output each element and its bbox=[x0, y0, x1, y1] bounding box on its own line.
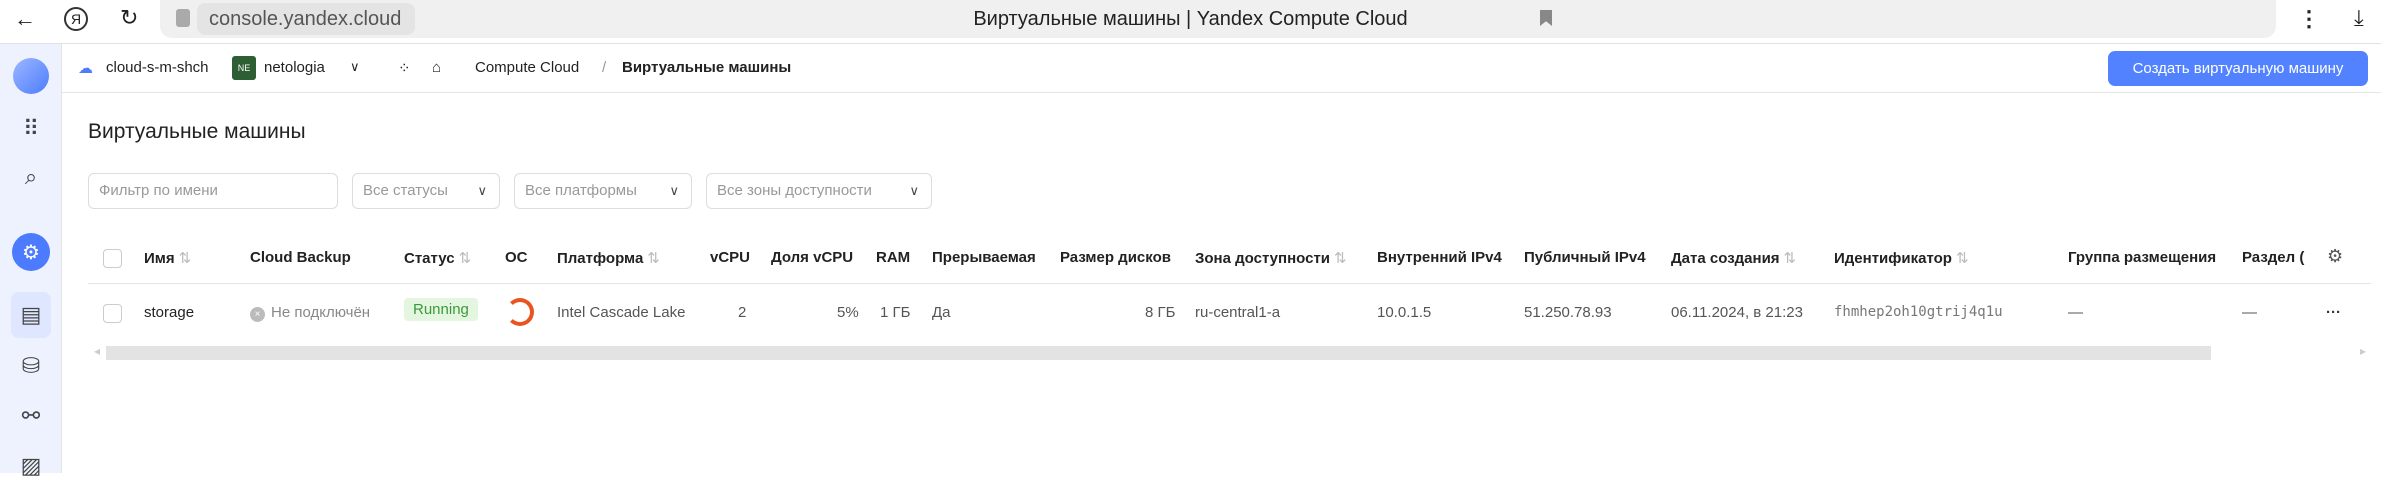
disk-size: 8 ГБ bbox=[1145, 304, 1176, 321]
scroll-left-icon[interactable]: ◂ bbox=[94, 344, 100, 358]
folder-badge: NE bbox=[232, 56, 256, 80]
column-header-ram: RAM bbox=[876, 249, 911, 266]
breadcrumb-service[interactable]: Compute Cloud bbox=[475, 59, 579, 76]
folder-name[interactable]: netologia bbox=[264, 59, 325, 76]
internal-ip: 10.0.1.5 bbox=[1377, 304, 1432, 321]
column-header-disk: Размер дисков bbox=[1060, 249, 1171, 266]
sort-icon: ⇅ bbox=[178, 250, 192, 267]
sort-icon: ⇅ bbox=[458, 250, 472, 267]
chevron-down-icon: ∨ bbox=[477, 183, 487, 198]
column-header-vcpu: vCPU bbox=[710, 249, 751, 266]
ram: 1 ГБ bbox=[880, 304, 911, 321]
scroll-right-icon[interactable]: ▸ bbox=[2360, 344, 2366, 358]
column-header-partition: Раздел ( bbox=[2242, 249, 2305, 266]
sort-icon: ⇅ bbox=[647, 250, 660, 267]
platform-filter-select[interactable]: Все платформы ∨ bbox=[514, 173, 692, 209]
column-header-placement-group: Группа размещения bbox=[2068, 249, 2217, 266]
home-icon[interactable]: ⌂ bbox=[432, 59, 441, 76]
sidebar: ⠿ ⌕ ⚙ ▤ ⛁ ⚯ ▨ bbox=[0, 44, 62, 478]
chevron-down-icon: ∨ bbox=[909, 183, 919, 198]
yandex-cloud-logo[interactable] bbox=[13, 58, 49, 94]
zone: ru-central1-a bbox=[1195, 304, 1281, 321]
services-grid-icon[interactable]: ⠿ bbox=[11, 109, 51, 149]
column-header-status[interactable]: Статус ⇅ bbox=[404, 249, 471, 267]
vcpu-share: 5% bbox=[837, 304, 859, 321]
vm-name[interactable]: storage bbox=[144, 304, 194, 321]
row-actions-icon[interactable]: ··· bbox=[2326, 304, 2341, 321]
zone-filter-select[interactable]: Все зоны доступности ∨ bbox=[706, 173, 932, 209]
status-filter-value: Все статусы bbox=[363, 182, 448, 199]
column-header-backup: Cloud Backup bbox=[250, 249, 351, 266]
platform-filter-value: Все платформы bbox=[525, 182, 637, 199]
breadcrumb-current: Виртуальные машины bbox=[622, 59, 792, 76]
public-ip: 51.250.78.93 bbox=[1524, 304, 1612, 321]
breadcrumb-separator: / bbox=[602, 59, 607, 76]
zone-filter-value: Все зоны доступности bbox=[717, 182, 872, 199]
search-icon[interactable]: ⌕ bbox=[11, 157, 51, 197]
placement-groups-icon[interactable]: ⚯ bbox=[11, 396, 51, 436]
menu-icon[interactable]: ⋮ bbox=[2298, 6, 2320, 32]
created-date: 06.11.2024, в 21:23 bbox=[1671, 304, 1803, 321]
placement-group: — bbox=[2068, 304, 2083, 321]
vm-id[interactable]: fhmhep2oh10gtrij4q1u bbox=[1834, 304, 2003, 320]
chevron-down-icon[interactable]: ∨ bbox=[350, 59, 360, 75]
horizontal-scrollbar[interactable] bbox=[106, 346, 2211, 360]
column-header-created[interactable]: Дата создания ⇅ bbox=[1671, 249, 1796, 267]
backup-status: × Не подключён bbox=[250, 304, 370, 322]
not-connected-icon: × bbox=[250, 307, 265, 322]
header-divider bbox=[88, 283, 2371, 284]
create-vm-button[interactable]: Создать виртуальную машину bbox=[2108, 51, 2368, 86]
sort-icon: ⇅ bbox=[1334, 250, 1347, 267]
top-header: ☁ cloud-s-m-shch NE netologia ∨ ⁘ ⌂ Comp… bbox=[62, 44, 2381, 93]
table-settings-gear-icon[interactable]: ⚙ bbox=[2327, 246, 2343, 267]
compute-service-icon[interactable]: ⚙ bbox=[12, 233, 50, 271]
name-filter-input[interactable]: Фильтр по имени bbox=[88, 173, 338, 209]
images-icon[interactable]: ▨ bbox=[11, 446, 51, 486]
column-header-id[interactable]: Идентификатор ⇅ bbox=[1834, 249, 1969, 267]
services-icon[interactable]: ⁘ bbox=[398, 59, 411, 77]
status-filter-select[interactable]: Все статусы ∨ bbox=[352, 173, 500, 209]
preemptible: Да bbox=[932, 304, 951, 321]
browser-toolbar: ← Я ↻ console.yandex.cloud Виртуальные м… bbox=[0, 0, 2381, 44]
column-header-vcpu-share: Доля vCPU bbox=[771, 249, 854, 266]
page-title: Виртуальные машины bbox=[88, 120, 306, 143]
chevron-down-icon: ∨ bbox=[669, 183, 679, 198]
column-header-internal-ip: Внутренний IPv4 bbox=[1377, 249, 1502, 266]
column-header-name[interactable]: Имя ⇅ bbox=[144, 249, 191, 267]
select-all-checkbox[interactable] bbox=[103, 249, 122, 268]
download-icon[interactable]: ⤓ bbox=[2354, 5, 2364, 31]
column-header-public-ip: Публичный IPv4 bbox=[1524, 249, 1646, 266]
column-header-os: ОС bbox=[505, 249, 528, 266]
ubuntu-icon bbox=[506, 298, 534, 326]
cloud-icon: ☁ bbox=[78, 60, 93, 77]
column-header-preemptible: Прерываемая bbox=[932, 249, 1036, 266]
cloud-name[interactable]: cloud-s-m-shch bbox=[106, 59, 209, 76]
column-header-zone[interactable]: Зона доступности ⇅ bbox=[1195, 249, 1347, 267]
disk-icon[interactable]: ⛁ bbox=[11, 346, 51, 386]
vm-nav-icon[interactable]: ▤ bbox=[11, 292, 51, 338]
partition: — bbox=[2242, 304, 2257, 321]
vcpu: 2 bbox=[738, 304, 747, 321]
column-header-platform[interactable]: Платформа ⇅ bbox=[557, 249, 660, 267]
window-title: Виртуальные машины | Yandex Compute Clou… bbox=[973, 8, 1408, 30]
status-badge: Running bbox=[404, 298, 478, 321]
sort-icon: ⇅ bbox=[1783, 250, 1797, 267]
row-checkbox[interactable] bbox=[103, 304, 122, 323]
platform: Intel Cascade Lake bbox=[557, 304, 686, 321]
sort-icon: ⇅ bbox=[1955, 250, 1969, 267]
